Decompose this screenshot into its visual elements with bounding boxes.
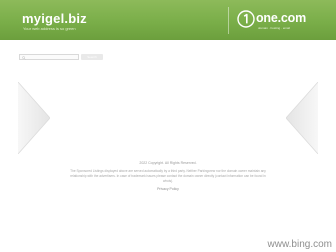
site-tagline: Your web address is so green [23,26,76,31]
disclaimer-text: The Sponsored Listings displayed above a… [70,169,266,183]
brand-tagline: domain · hosting · email [258,26,291,30]
header-divider [228,7,229,34]
site-title[interactable]: myigel.biz [22,11,87,26]
search-input[interactable] [19,54,79,60]
watermark: www.bing.com [267,239,332,250]
one-com-logo-icon[interactable] [237,10,255,28]
sponsored-listings-area [0,66,336,176]
search-button[interactable]: Search [81,54,103,60]
copyright-text: 2022 Copyright. All Rights Reserved. [139,161,197,165]
search-form: Search [19,54,103,60]
site-header: myigel.biz Your web address is so green … [0,0,336,40]
chevron-right-icon[interactable] [286,82,318,154]
search-icon [22,56,26,60]
brand-name[interactable]: one.com [256,11,306,25]
privacy-policy-link[interactable]: Privacy Policy [40,187,296,192]
page-footer: 2022 Copyright. All Rights Reserved. The… [40,161,296,192]
chevron-left-icon[interactable] [18,82,50,154]
